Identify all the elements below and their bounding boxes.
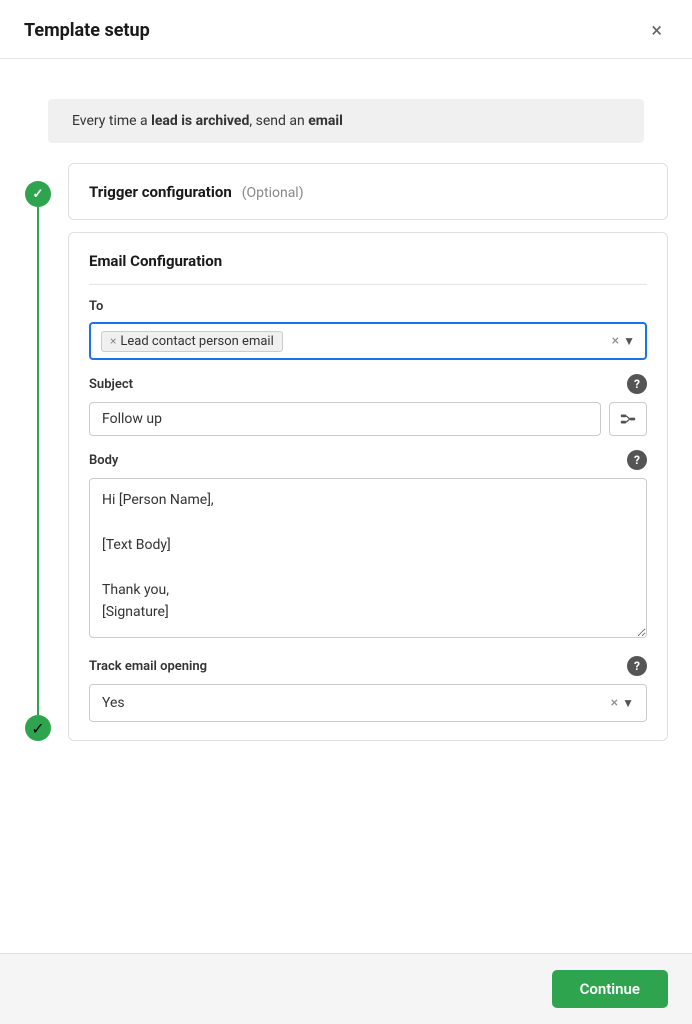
modal: Template setup × Every time a lead is ar… [0,0,692,1024]
description-trigger: lead is archived [151,113,249,129]
timeline-dot-1: ✓ [25,181,51,207]
body-help-icon[interactable]: ? [627,450,647,470]
trigger-section-header: Trigger configuration (Optional) [89,182,647,201]
timeline-line [37,207,39,715]
track-select[interactable]: Yes × ▼ [89,684,647,722]
modal-title: Template setup [24,20,150,41]
subject-row [89,402,647,436]
subject-label-row: Subject ? [89,374,647,394]
track-select-inner: Yes [102,695,611,711]
continue-button[interactable]: Continue [552,970,668,1008]
modal-header: Template setup × [0,0,692,59]
subject-help-icon[interactable]: ? [627,374,647,394]
to-input-inner: × Lead contact person email [101,331,283,352]
modal-footer: Continue [0,953,692,1024]
track-field: Track email opening ? Yes × ▼ [89,656,647,722]
body-textarea[interactable] [89,478,647,638]
description-action: email [308,113,343,129]
to-label: To [89,299,647,314]
subject-input[interactable] [89,402,601,436]
email-section-header: Email Configuration [89,251,647,270]
trigger-section: Trigger configuration (Optional) [68,163,668,220]
tag-remove-icon[interactable]: × [110,334,116,348]
timeline-container: ✓ ✓ Trigger configuration (Optional) [24,163,668,741]
to-tag-label: Lead contact person email [120,334,273,349]
to-input[interactable]: × Lead contact person email × ▼ [89,322,647,360]
body-field: Body ? [89,450,647,642]
track-dropdown-icon[interactable]: ▼ [622,696,634,710]
body-label-row: Body ? [89,450,647,470]
timeline: ✓ ✓ [24,163,52,741]
to-controls: × ▼ [612,333,635,349]
subject-label: Subject [89,377,133,392]
trigger-title: Trigger configuration [89,183,232,201]
check-icon-1: ✓ [33,187,44,202]
to-clear-icon[interactable]: × [612,333,619,349]
track-help-icon[interactable]: ? [627,656,647,676]
merge-tags-button[interactable] [609,402,647,436]
sections: Trigger configuration (Optional) Email C… [68,163,668,741]
track-label: Track email opening [89,659,207,674]
track-label-row: Track email opening ? [89,656,647,676]
to-tag[interactable]: × Lead contact person email [101,331,283,352]
subject-field: Subject ? [89,374,647,436]
track-clear-icon[interactable]: × [611,695,618,711]
trigger-subtitle: (Optional) [242,185,304,201]
modal-body: ✓ ✓ Trigger configuration (Optional) [0,143,692,953]
to-dropdown-icon[interactable]: ▼ [623,334,635,348]
merge-icon [619,410,637,428]
track-controls: × ▼ [611,695,634,711]
timeline-dot-2: ✓ [25,715,51,741]
description-middle: , send an [249,113,308,129]
divider [89,284,647,285]
check-icon-2: ✓ [31,719,44,738]
description-bar: Every time a lead is archived, send an e… [48,99,644,143]
close-button[interactable]: × [645,18,668,42]
description-prefix: Every time a [72,113,151,129]
email-title: Email Configuration [89,252,222,270]
body-label: Body [89,453,118,468]
email-section: Email Configuration To × Lead con [68,232,668,741]
to-field: To × Lead contact person email × [89,299,647,360]
track-value: Yes [102,695,125,711]
